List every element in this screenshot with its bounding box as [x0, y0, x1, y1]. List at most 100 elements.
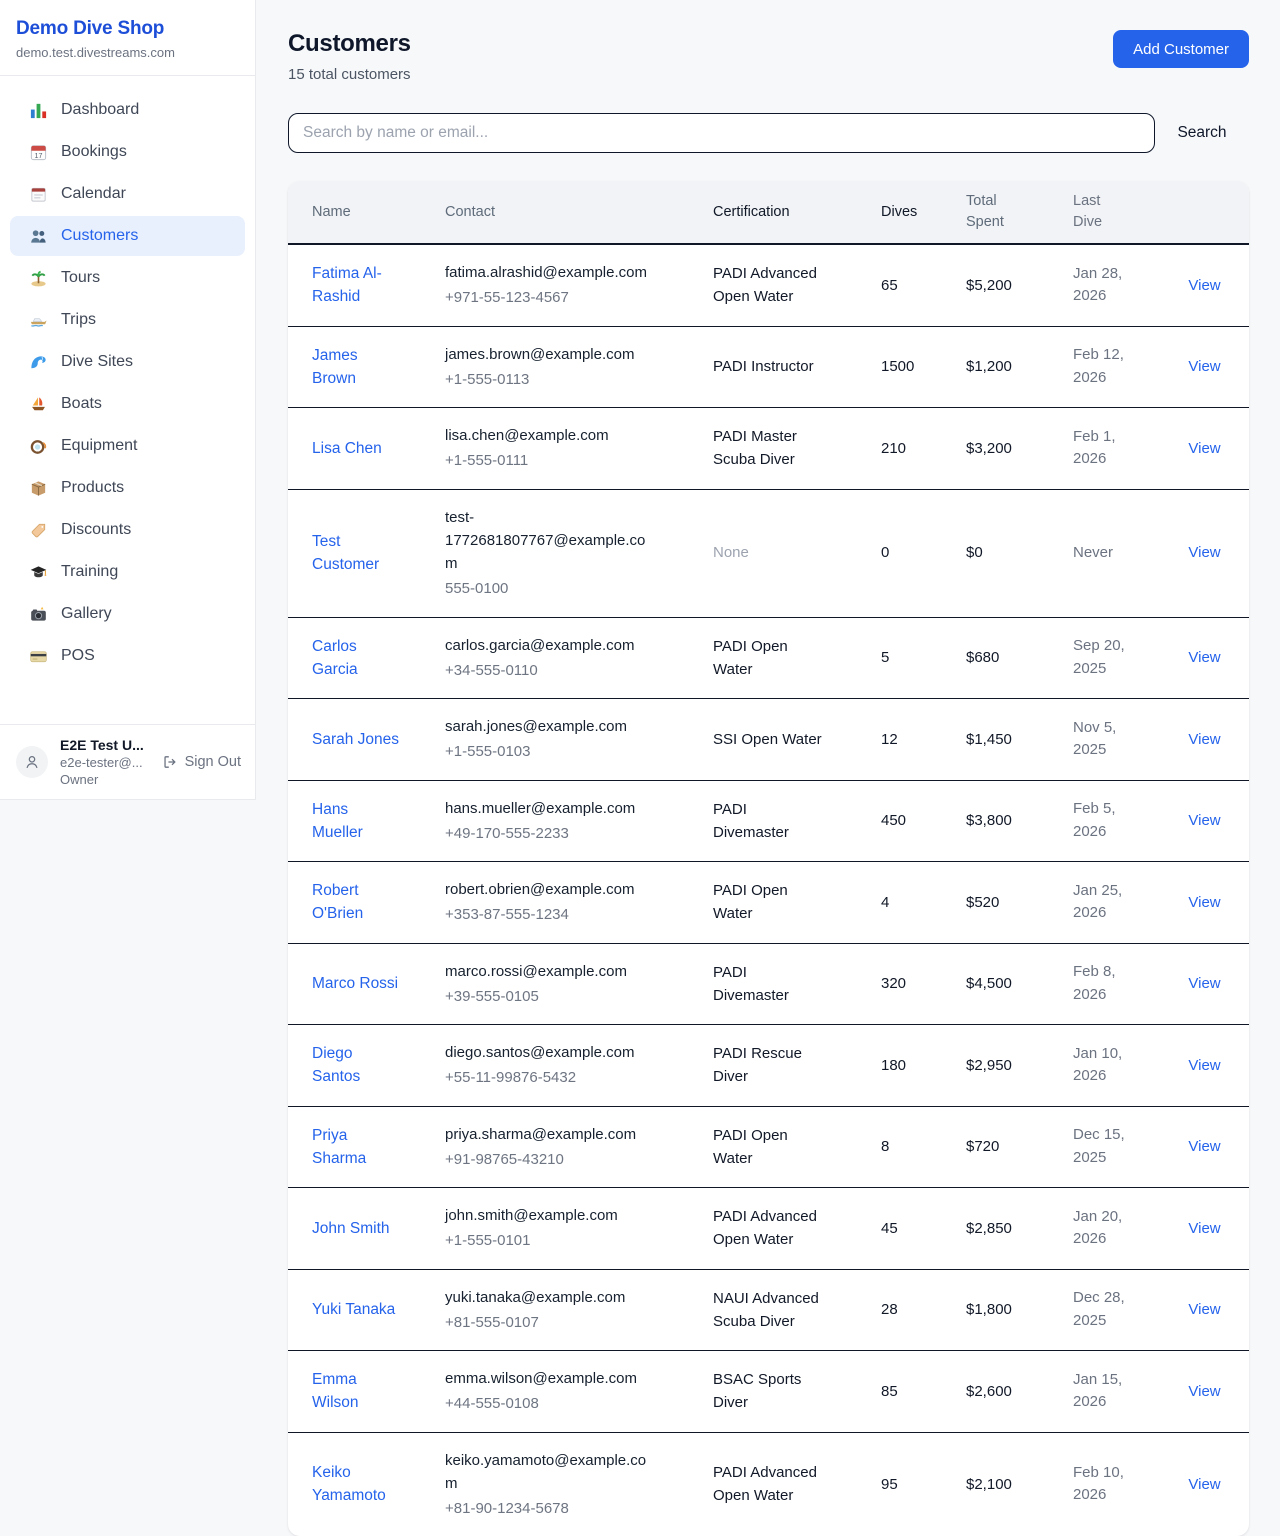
customer-phone: +44-555-0108 [445, 1392, 637, 1415]
customer-dives: 85 [869, 1351, 954, 1432]
customer-email: robert.obrien@example.com [445, 878, 634, 901]
table-row: Sarah Jones sarah.jones@example.com +1-5… [288, 699, 1249, 781]
customer-last-dive: Feb 10, 2026 [1061, 1433, 1168, 1536]
sidebar-item-label: Gallery [61, 605, 112, 623]
customer-dives: 8 [869, 1107, 954, 1188]
customer-total-spent: $2,100 [954, 1433, 1061, 1536]
sidebar-item-label: Training [61, 563, 118, 581]
person-icon [23, 753, 41, 771]
customer-name-link[interactable]: Hans Mueller [312, 798, 403, 845]
view-link[interactable]: View [1188, 728, 1220, 751]
sidebar-item-label: Calendar [61, 185, 126, 203]
customer-name-link[interactable]: Keiko Yamamoto [312, 1461, 403, 1508]
sidebar-item-discounts[interactable]: Discounts [10, 510, 245, 550]
customer-name-link[interactable]: James Brown [312, 344, 403, 391]
sidebar-item-boats[interactable]: Boats [10, 384, 245, 424]
add-customer-button[interactable]: Add Customer [1113, 30, 1249, 68]
customer-name-link[interactable]: Sarah Jones [312, 728, 399, 751]
sidebar-item-trips[interactable]: Trips [10, 300, 245, 340]
search-row: Search [288, 113, 1249, 153]
sidebar-item-dive-sites[interactable]: Dive Sites [10, 342, 245, 382]
customer-certification: PADI Advanced Open Water [701, 245, 869, 326]
view-link[interactable]: View [1188, 891, 1220, 914]
customer-certification: PADI Divemaster [701, 781, 869, 862]
customer-name-link[interactable]: Robert O'Brien [312, 879, 403, 926]
customer-total-spent: $680 [954, 618, 1061, 699]
customer-dives: 180 [869, 1025, 954, 1106]
customer-last-dive: Feb 1, 2026 [1061, 408, 1168, 489]
customer-name-link[interactable]: Lisa Chen [312, 437, 382, 460]
table-row: Yuki Tanaka yuki.tanaka@example.com +81-… [288, 1270, 1249, 1352]
customer-name-link[interactable]: John Smith [312, 1217, 390, 1240]
customer-name-link[interactable]: Priya Sharma [312, 1124, 403, 1171]
view-link[interactable]: View [1188, 1380, 1220, 1403]
customer-name-link[interactable]: Test Customer [312, 530, 403, 577]
sidebar-item-products[interactable]: Products [10, 468, 245, 508]
sidebar-item-equipment[interactable]: Equipment [10, 426, 245, 466]
user-info: E2E Test U... e2e-tester@... Owner [60, 737, 154, 787]
table-row: Lisa Chen lisa.chen@example.com +1-555-0… [288, 408, 1249, 490]
view-link[interactable]: View [1188, 274, 1220, 297]
view-link[interactable]: View [1188, 1473, 1220, 1496]
customer-certification: PADI Open Water [701, 862, 869, 943]
customer-email: diego.santos@example.com [445, 1041, 635, 1064]
package-icon [28, 478, 48, 498]
customer-phone: +1-555-0113 [445, 368, 634, 391]
sidebar-item-training[interactable]: Training [10, 552, 245, 592]
customer-phone: +81-555-0107 [445, 1311, 625, 1334]
customer-certification: NAUI Advanced Scuba Diver [701, 1270, 869, 1351]
table-row: Keiko Yamamoto keiko.yamamoto@example.co… [288, 1433, 1249, 1536]
customer-certification: PADI Rescue Diver [701, 1025, 869, 1106]
search-input[interactable] [288, 113, 1155, 153]
view-link[interactable]: View [1188, 1054, 1220, 1077]
view-link[interactable]: View [1188, 1298, 1220, 1321]
customer-dives: 320 [869, 944, 954, 1025]
sidebar-item-gallery[interactable]: Gallery [10, 594, 245, 634]
svg-text:17: 17 [34, 151, 42, 159]
sidebar-nav: Dashboard 17 Bookings Calendar Customers… [0, 76, 255, 676]
sidebar-item-label: Dashboard [61, 101, 139, 119]
sidebar-item-label: Boats [61, 395, 102, 413]
customer-phone: +1-555-0111 [445, 449, 609, 472]
customer-total-spent: $0 [954, 490, 1061, 617]
sidebar-item-dashboard[interactable]: Dashboard [10, 90, 245, 130]
camera-icon [28, 604, 48, 624]
search-button[interactable]: Search [1155, 124, 1249, 142]
user-name: E2E Test U... [60, 737, 154, 753]
customer-email: james.brown@example.com [445, 343, 634, 366]
customer-email: sarah.jones@example.com [445, 715, 627, 738]
sidebar-item-tours[interactable]: Tours [10, 258, 245, 298]
customer-total-spent: $3,800 [954, 781, 1061, 862]
customer-total-spent: $3,200 [954, 408, 1061, 489]
view-link[interactable]: View [1188, 1217, 1220, 1240]
view-link[interactable]: View [1188, 972, 1220, 995]
customer-name-link[interactable]: Yuki Tanaka [312, 1298, 395, 1321]
customer-dives: 28 [869, 1270, 954, 1351]
customer-name-link[interactable]: Carlos Garcia [312, 635, 403, 682]
customer-name-link[interactable]: Emma Wilson [312, 1368, 403, 1415]
customer-email: lisa.chen@example.com [445, 424, 609, 447]
view-link[interactable]: View [1188, 809, 1220, 832]
customer-name-link[interactable]: Marco Rossi [312, 972, 398, 995]
sign-out-label: Sign Out [185, 754, 241, 770]
customer-last-dive: Jan 28, 2026 [1061, 245, 1168, 326]
view-link[interactable]: View [1188, 541, 1220, 564]
view-link[interactable]: View [1188, 1135, 1220, 1158]
customer-email: priya.sharma@example.com [445, 1123, 636, 1146]
customer-dives: 5 [869, 618, 954, 699]
sidebar-item-bookings[interactable]: 17 Bookings [10, 132, 245, 172]
customer-last-dive: Feb 8, 2026 [1061, 944, 1168, 1025]
view-link[interactable]: View [1188, 437, 1220, 460]
sidebar-item-calendar[interactable]: Calendar [10, 174, 245, 214]
view-link[interactable]: View [1188, 355, 1220, 378]
speedboat-icon [28, 310, 48, 330]
customer-name-link[interactable]: Fatima Al-Rashid [312, 262, 403, 309]
sign-out-button[interactable]: Sign Out [162, 754, 241, 770]
sidebar-item-customers[interactable]: Customers [10, 216, 245, 256]
customer-last-dive: Feb 12, 2026 [1061, 327, 1168, 408]
sidebar-item-pos[interactable]: POS [10, 636, 245, 676]
customer-total-spent: $1,200 [954, 327, 1061, 408]
customer-dives: 450 [869, 781, 954, 862]
view-link[interactable]: View [1188, 646, 1220, 669]
customer-name-link[interactable]: Diego Santos [312, 1042, 403, 1089]
